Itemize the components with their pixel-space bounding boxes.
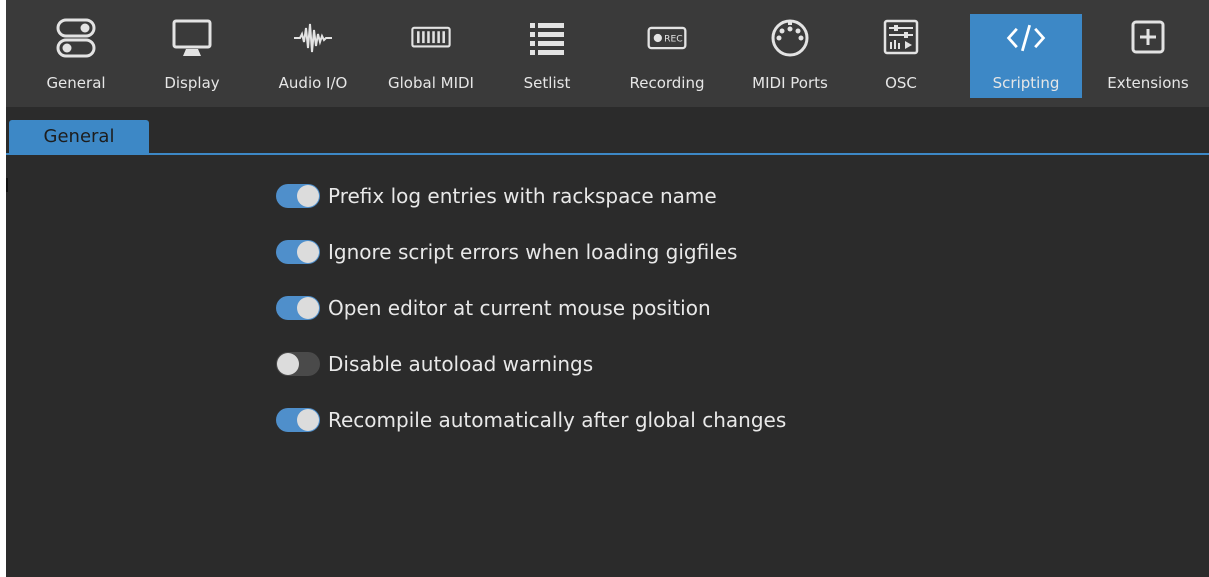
osc-icon <box>879 16 923 60</box>
toolbar-item-display[interactable]: Display <box>156 14 228 98</box>
open-editor-toggle[interactable] <box>276 296 320 320</box>
monitor-icon <box>170 16 214 60</box>
toggles-icon <box>54 16 98 60</box>
toolbar-item-label: General <box>46 74 106 92</box>
preferences-window: General Display Audio I/O Global MIDI Se… <box>6 0 1209 577</box>
toolbar-item-setlist[interactable]: Setlist <box>514 14 580 98</box>
toolbar-item-label: Recording <box>629 74 705 92</box>
toolbar-item-label: OSC <box>885 74 917 92</box>
toolbar-item-label: Display <box>164 74 220 92</box>
toolbar-item-label: Global MIDI <box>388 74 474 92</box>
tab-general[interactable]: General <box>9 120 149 155</box>
edge-marker <box>6 178 8 192</box>
option-label: Ignore script errors when loading gigfil… <box>328 240 738 264</box>
tab-bar: General <box>6 107 1209 155</box>
code-icon <box>1004 16 1048 60</box>
toolbar-item-label: Scripting <box>992 74 1060 92</box>
toolbar-item-label: Audio I/O <box>278 74 348 92</box>
ignore-errors-toggle[interactable] <box>276 240 320 264</box>
toolbar-item-osc[interactable]: OSC <box>874 14 928 98</box>
tab-underline <box>6 153 1209 155</box>
toolbar-item-global-midi[interactable]: Global MIDI <box>376 14 486 98</box>
option-open-editor-at-mouse[interactable]: Open editor at current mouse position <box>276 294 711 322</box>
option-prefix-log-entries[interactable]: Prefix log entries with rackspace name <box>276 182 717 210</box>
recompile-toggle[interactable] <box>276 408 320 432</box>
toolbar-item-recording[interactable]: REC Recording <box>620 14 714 98</box>
toolbar-item-general[interactable]: General <box>44 14 108 98</box>
list-icon <box>525 16 569 60</box>
option-label: Recompile automatically after global cha… <box>328 408 787 432</box>
din-plug-icon <box>768 16 812 60</box>
toolbar-item-audio-io[interactable]: Audio I/O <box>268 14 358 98</box>
option-ignore-script-errors[interactable]: Ignore script errors when loading gigfil… <box>276 238 737 266</box>
keyboard-icon <box>409 16 453 60</box>
toolbar-item-label: Extensions <box>1107 74 1189 92</box>
rec-icon: REC <box>645 16 689 60</box>
option-label: Disable autoload warnings <box>328 352 594 376</box>
toolbar-item-midi-ports[interactable]: MIDI Ports <box>734 14 846 98</box>
toolbar-item-scripting[interactable]: Scripting <box>970 14 1082 98</box>
option-label: Prefix log entries with rackspace name <box>328 184 717 208</box>
prefix-log-toggle[interactable] <box>276 184 320 208</box>
toolbar-item-extensions[interactable]: Extensions <box>1096 14 1200 98</box>
toolbar-item-label: Setlist <box>523 74 571 92</box>
option-disable-autoload-warnings[interactable]: Disable autoload warnings <box>276 350 593 378</box>
waveform-icon <box>291 16 335 60</box>
option-recompile-automatically[interactable]: Recompile automatically after global cha… <box>276 406 786 434</box>
disable-autoload-toggle[interactable] <box>276 352 320 376</box>
preferences-toolbar: General Display Audio I/O Global MIDI Se… <box>6 0 1209 107</box>
rec-badge: REC <box>664 34 683 45</box>
toolbar-item-label: MIDI Ports <box>752 74 828 92</box>
option-label: Open editor at current mouse position <box>328 296 711 320</box>
plus-box-icon <box>1126 16 1170 60</box>
